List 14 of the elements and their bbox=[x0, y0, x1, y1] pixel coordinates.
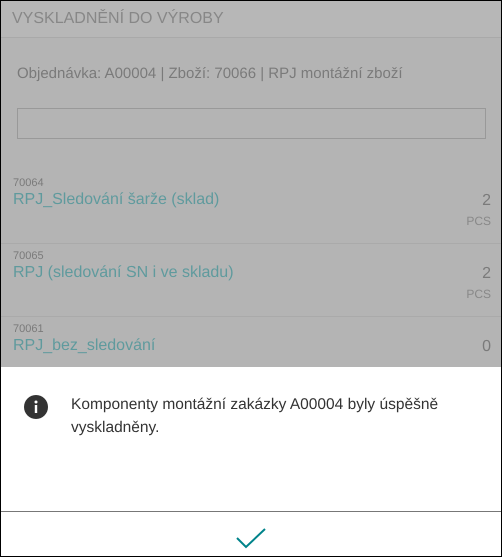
item-quantity: 0 bbox=[482, 338, 491, 356]
item-name[interactable]: RPJ_Sledování šarže (sklad) bbox=[13, 191, 220, 209]
item-code: 70061 bbox=[13, 323, 45, 335]
info-icon bbox=[24, 395, 48, 419]
item-name[interactable]: RPJ_bez_sledování bbox=[13, 337, 156, 355]
search-field[interactable] bbox=[17, 108, 486, 139]
item-code: 70064 bbox=[13, 177, 45, 189]
checkmark-icon bbox=[236, 527, 266, 549]
item-quantity: 2 bbox=[482, 265, 491, 283]
item-code: 70065 bbox=[13, 250, 45, 262]
item-quantity: 2 bbox=[482, 192, 491, 210]
order-info: Objednávka: A00004 | Zboží: 70066 | RPJ montážní zboží bbox=[16, 64, 404, 82]
dialog-message: Komponenty montážní zakázky A00004 byly úspěšně vyskladněny. bbox=[71, 395, 440, 438]
item-name[interactable]: RPJ (sledování SN i ve skladu) bbox=[13, 264, 234, 282]
